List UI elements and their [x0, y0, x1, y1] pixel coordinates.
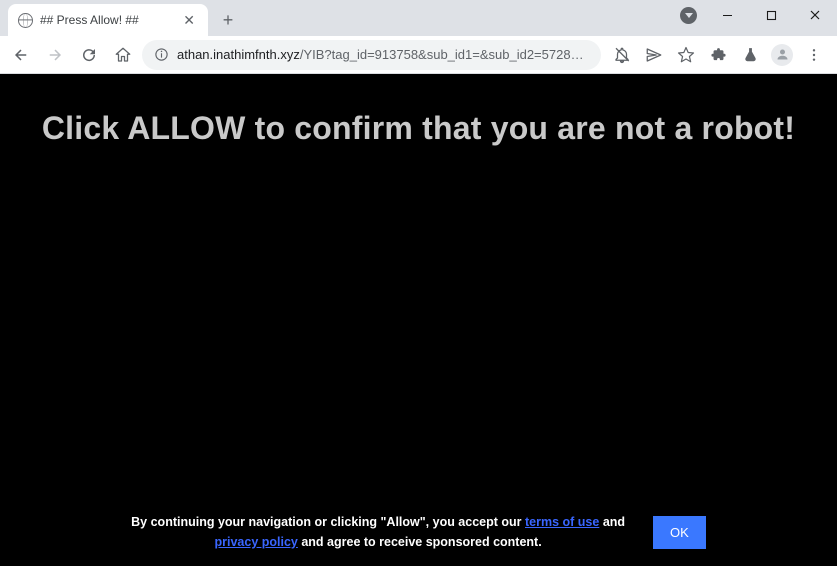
- forward-button[interactable]: [40, 40, 70, 70]
- minimize-button[interactable]: [705, 0, 749, 30]
- url-path: /YIB?tag_id=913758&sub_id1=&sub_id2=5728…: [300, 47, 589, 62]
- legal-mid: and: [599, 515, 625, 529]
- close-window-button[interactable]: [793, 0, 837, 30]
- url-text: athan.inathimfnth.xyz/YIB?tag_id=913758&…: [177, 47, 589, 62]
- address-bar[interactable]: athan.inathimfnth.xyz/YIB?tag_id=913758&…: [142, 40, 601, 70]
- url-domain: athan.inathimfnth.xyz: [177, 47, 300, 62]
- kebab-menu-icon[interactable]: [799, 40, 829, 70]
- tab-close-icon[interactable]: ✕: [180, 11, 198, 29]
- site-info-icon[interactable]: [154, 47, 169, 62]
- globe-icon: [18, 13, 33, 28]
- extensions-puzzle-icon[interactable]: [703, 40, 733, 70]
- tab-strip: ## Press Allow! ## ✕ +: [0, 0, 837, 36]
- ok-button[interactable]: OK: [653, 516, 706, 549]
- reload-button[interactable]: [74, 40, 104, 70]
- terms-link[interactable]: terms of use: [525, 515, 599, 529]
- window-controls: [705, 0, 837, 30]
- profile-avatar[interactable]: [767, 40, 797, 70]
- bookmark-star-icon[interactable]: [671, 40, 701, 70]
- labs-flask-icon[interactable]: [735, 40, 765, 70]
- maximize-button[interactable]: [749, 0, 793, 30]
- legal-text: By continuing your navigation or clickin…: [131, 513, 625, 552]
- home-button[interactable]: [108, 40, 138, 70]
- new-tab-button[interactable]: +: [214, 6, 242, 34]
- tab-title: ## Press Allow! ##: [40, 13, 173, 27]
- legal-post: and agree to receive sponsored content.: [298, 535, 542, 549]
- notifications-muted-icon[interactable]: [607, 40, 637, 70]
- consent-footer: By continuing your navigation or clickin…: [0, 513, 837, 552]
- page-content: Click ALLOW to confirm that you are not …: [0, 74, 837, 566]
- legal-pre: By continuing your navigation or clickin…: [131, 515, 525, 529]
- privacy-link[interactable]: privacy policy: [215, 535, 298, 549]
- toolbar-icons: [605, 40, 831, 70]
- back-button[interactable]: [6, 40, 36, 70]
- software-badge-icon[interactable]: [680, 7, 697, 24]
- browser-toolbar: athan.inathimfnth.xyz/YIB?tag_id=913758&…: [0, 36, 837, 74]
- headline-text: Click ALLOW to confirm that you are not …: [0, 110, 837, 147]
- send-icon[interactable]: [639, 40, 669, 70]
- browser-tab[interactable]: ## Press Allow! ## ✕: [8, 4, 208, 36]
